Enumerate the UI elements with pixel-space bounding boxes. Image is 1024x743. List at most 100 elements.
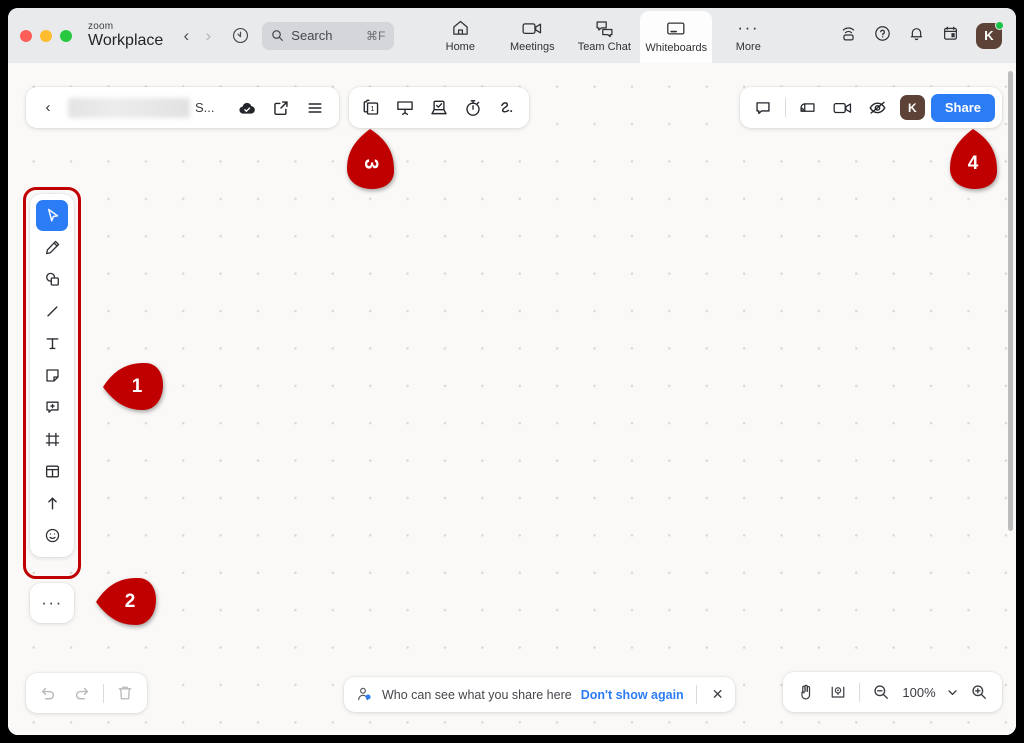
annotation-marker-4: 4 — [949, 129, 997, 189]
board-title-bar: ‹ S... — [26, 87, 339, 128]
search-icon — [272, 30, 284, 41]
system-icons: K — [840, 20, 1004, 49]
share-button[interactable]: Share — [930, 93, 995, 122]
trash-icon[interactable] — [109, 677, 141, 709]
help-icon[interactable] — [874, 25, 891, 47]
app-window: zoom Workplace ‹ › Search ⌘F Home Meetin… — [0, 0, 1024, 743]
share-notice-bar: Who can see what you share here Don't sh… — [344, 677, 736, 712]
divider — [859, 682, 860, 702]
timer-icon[interactable] — [457, 92, 489, 124]
cast-icon[interactable] — [840, 25, 857, 47]
zoom-controls-bar: 100% — [783, 672, 1002, 712]
dont-show-again-link[interactable]: Don't show again — [581, 688, 684, 702]
annotation-marker-4-label: 4 — [967, 153, 979, 174]
maximize-window-button[interactable] — [60, 29, 72, 42]
person-share-icon — [356, 686, 373, 703]
window-controls[interactable] — [20, 29, 72, 42]
comment-icon[interactable] — [747, 92, 779, 124]
main-nav-tabs: Home Meetings Team Chat Whiteboards ··· … — [424, 8, 784, 63]
nav-forward-button[interactable]: › — [197, 27, 219, 44]
tab-whiteboards-label: Whiteboards — [645, 42, 708, 54]
window-body: zoom Workplace ‹ › Search ⌘F Home Meetin… — [8, 8, 1016, 735]
shape-tool[interactable] — [36, 264, 68, 295]
history-icon[interactable] — [231, 26, 250, 45]
annotation-marker-3-label: 3 — [360, 158, 381, 170]
annotation-marker-2-label: 2 — [124, 591, 136, 612]
board-title-text: S... — [195, 100, 215, 115]
zoom-level-value[interactable]: 100% — [899, 685, 939, 700]
close-window-button[interactable] — [20, 29, 32, 42]
board-back-button[interactable]: ‹ — [34, 99, 62, 116]
chat-icon — [595, 19, 614, 38]
home-icon — [451, 19, 470, 38]
vote-icon[interactable] — [423, 92, 455, 124]
emoji-tool[interactable] — [36, 520, 68, 551]
text-tool[interactable] — [36, 328, 68, 359]
tab-more-label: More — [735, 40, 761, 53]
board-modes-bar: 1 — [349, 87, 529, 128]
zoom-out-icon[interactable] — [867, 678, 895, 706]
brand-zoom-text: zoom — [88, 21, 114, 32]
close-icon[interactable]: ✕ — [709, 686, 724, 703]
tab-whiteboards[interactable]: Whiteboards — [640, 11, 713, 63]
annotation-marker-3: 3 — [346, 129, 394, 189]
frame-tool[interactable] — [36, 424, 68, 455]
pen-tool[interactable] — [36, 232, 68, 263]
app-top-bar: zoom Workplace ‹ › Search ⌘F Home Meetin… — [8, 8, 1016, 63]
screen-share-icon[interactable] — [792, 92, 824, 124]
video-icon[interactable] — [827, 92, 859, 124]
share-external-icon[interactable] — [265, 92, 297, 124]
tab-more[interactable]: ··· More — [712, 8, 784, 63]
brand-workplace-text: Workplace — [88, 32, 164, 49]
upload-tool[interactable] — [36, 488, 68, 519]
share-button-label: Share — [944, 100, 981, 115]
tab-team-chat-label: Team Chat — [577, 40, 631, 53]
chevron-down-icon[interactable] — [943, 678, 961, 706]
whiteboard-icon — [666, 20, 686, 39]
search-shortcut: ⌘F — [365, 28, 386, 43]
status-badge — [995, 20, 1004, 30]
avatar-initial: K — [984, 28, 994, 43]
redo-icon[interactable] — [66, 677, 98, 709]
hand-icon[interactable] — [792, 678, 820, 706]
avatar[interactable]: K — [976, 20, 1004, 49]
divider — [103, 683, 104, 703]
brand-logo: zoom Workplace — [88, 22, 163, 49]
pages-icon[interactable]: 1 — [355, 92, 387, 124]
board-title-redacted[interactable] — [68, 97, 190, 118]
follow-me-icon[interactable] — [862, 92, 894, 124]
divider — [784, 98, 786, 117]
locate-icon[interactable] — [824, 678, 852, 706]
zoom-in-icon[interactable] — [965, 678, 993, 706]
annotation-marker-1: 1 — [103, 363, 163, 411]
comment-tool[interactable] — [36, 392, 68, 423]
minimize-window-button[interactable] — [40, 29, 52, 42]
calendar-icon[interactable] — [942, 25, 959, 47]
line-tool[interactable] — [36, 296, 68, 327]
vertical-scrollbar[interactable] — [1008, 71, 1013, 531]
tab-home-label: Home — [445, 40, 475, 53]
svg-text:1: 1 — [371, 104, 375, 113]
cloud-saved-icon[interactable] — [231, 92, 263, 124]
note-tool[interactable] — [36, 360, 68, 391]
collaborator-avatar[interactable]: K — [899, 95, 925, 120]
search-input[interactable]: Search ⌘F — [262, 21, 395, 50]
select-tool[interactable] — [36, 200, 68, 231]
presentation-icon[interactable] — [389, 92, 421, 124]
tab-home[interactable]: Home — [424, 8, 496, 63]
more-tools-button[interactable]: ··· — [30, 583, 74, 623]
annotation-marker-1-label: 1 — [131, 376, 143, 397]
nav-back-button[interactable]: ‹ — [175, 27, 197, 44]
annotation-marker-2: 2 — [96, 578, 156, 626]
tab-meetings-label: Meetings — [509, 40, 555, 53]
tab-team-chat[interactable]: Team Chat — [568, 8, 640, 63]
history-actions-bar — [26, 673, 147, 713]
template-tool[interactable] — [36, 456, 68, 487]
laser-pointer-icon[interactable] — [491, 92, 523, 124]
bell-icon[interactable] — [908, 25, 925, 47]
tab-meetings[interactable]: Meetings — [496, 8, 568, 63]
board-actions-bar: K Share — [739, 87, 1002, 128]
menu-icon[interactable] — [299, 92, 331, 124]
search-placeholder: Search — [291, 28, 333, 43]
undo-icon[interactable] — [32, 677, 64, 709]
